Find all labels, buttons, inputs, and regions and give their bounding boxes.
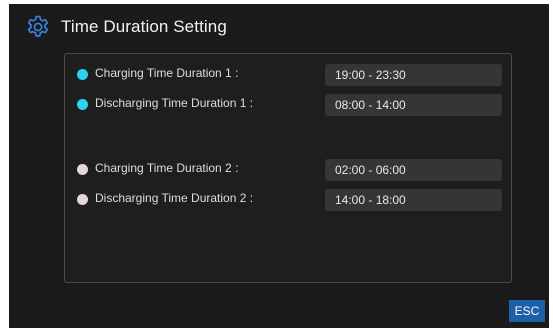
esc-button[interactable]: ESC — [509, 300, 545, 322]
device-frame: Time Duration Setting Charging Time Dura… — [0, 0, 553, 328]
duration-label: Charging Time Duration 1 : — [95, 66, 239, 80]
duration-row-discharging-1: Discharging Time Duration 1 : 08:00 - 14… — [65, 94, 511, 116]
duration-value-field[interactable]: 19:00 - 23:30 — [325, 64, 502, 86]
duration-label: Discharging Time Duration 2 : — [95, 191, 254, 205]
duration-value-field[interactable]: 14:00 - 18:00 — [325, 189, 502, 211]
page-header: Time Duration Setting — [25, 12, 227, 42]
duration-panel: Charging Time Duration 1 : 19:00 - 23:30… — [64, 53, 512, 283]
status-dot — [77, 164, 88, 175]
duration-row-charging-1: Charging Time Duration 1 : 19:00 - 23:30 — [65, 64, 511, 86]
gear-icon[interactable] — [25, 14, 51, 40]
page-title: Time Duration Setting — [61, 17, 227, 36]
status-dot — [77, 99, 88, 110]
duration-value-field[interactable]: 08:00 - 14:00 — [325, 94, 502, 116]
duration-value-field[interactable]: 02:00 - 06:00 — [325, 159, 502, 181]
duration-row-discharging-2: Discharging Time Duration 2 : 14:00 - 18… — [65, 189, 511, 211]
duration-label: Discharging Time Duration 1 : — [95, 96, 254, 110]
duration-row-charging-2: Charging Time Duration 2 : 02:00 - 06:00 — [65, 159, 511, 181]
status-dot — [77, 194, 88, 205]
settings-screen: Time Duration Setting Charging Time Dura… — [9, 4, 549, 328]
status-dot — [77, 69, 88, 80]
duration-label: Charging Time Duration 2 : — [95, 161, 239, 175]
